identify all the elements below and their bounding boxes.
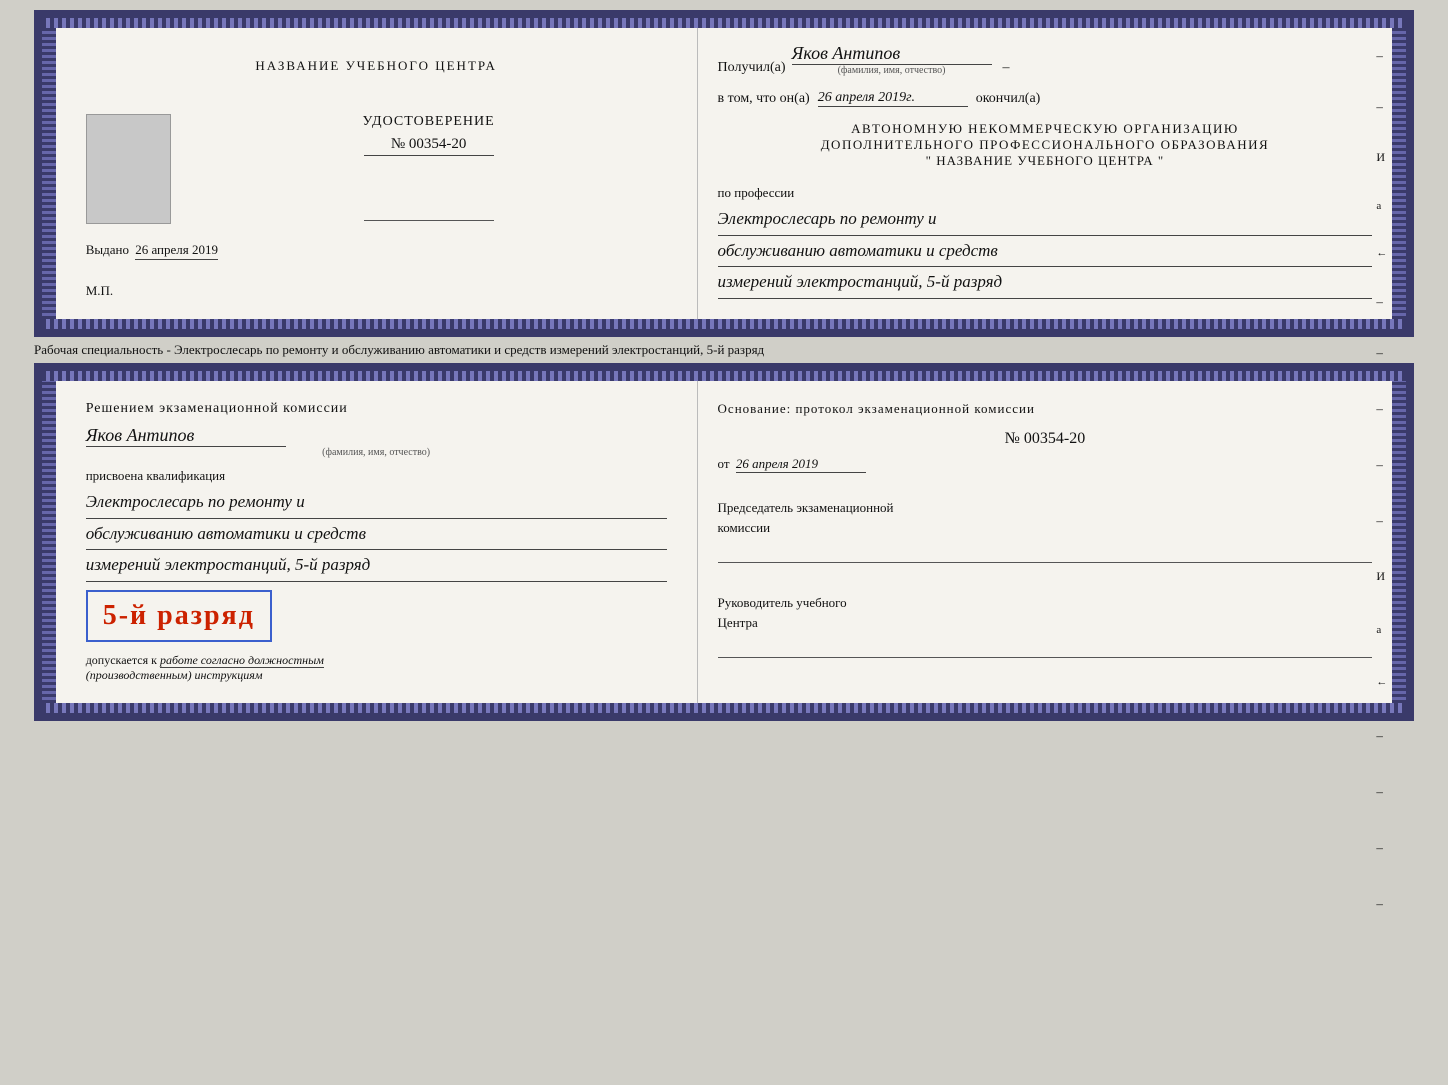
komissia-title: Решением экзаменационной комиссии	[86, 401, 667, 417]
komissia-label-bottom: комиссии	[718, 518, 1373, 538]
r-dash1: –	[1376, 401, 1387, 417]
cert-number: № 00354-20	[364, 136, 494, 156]
dash7: –	[1376, 345, 1387, 361]
photo-placeholder	[86, 114, 171, 224]
qual-line1: Электрослесарь по ремонту и	[86, 487, 667, 519]
profession-line3-top: измерений электростанций, 5-й разряд	[718, 267, 1373, 299]
profession-line2-top: обслуживанию автоматики и средств	[718, 236, 1373, 268]
r-dash4: И	[1376, 569, 1387, 584]
udostoverenie-title: УДОСТОВЕРЕНИЕ	[363, 114, 495, 130]
separator-text: Рабочая специальность - Электрослесарь п…	[34, 337, 1414, 363]
dopuskaetsya-label: допускается к	[86, 653, 157, 667]
po-professii-label: по профессии	[718, 185, 1373, 201]
centr-label: Центра	[718, 613, 1373, 633]
r-dash8: –	[1376, 784, 1387, 800]
dash4: а	[1376, 200, 1387, 212]
dash2: –	[1376, 99, 1387, 115]
fio-subtitle-bottom: (фамилия, имя, отчество)	[322, 447, 430, 458]
ot-date: 26 апреля 2019	[736, 456, 866, 473]
osnov-label: Основание: протокол экзаменационной коми…	[718, 401, 1373, 417]
predsedatel-label: Председатель экзаменационной	[718, 498, 1373, 518]
recipient-name-bottom: Яков Антипов	[86, 425, 286, 447]
completion-date: 26 апреля 2019г.	[818, 90, 968, 107]
r-dash10: –	[1376, 896, 1387, 912]
r-dash7: –	[1376, 728, 1387, 744]
org-line1: АВТОНОМНУЮ НЕКОММЕРЧЕСКУЮ ОРГАНИЗАЦИЮ	[718, 121, 1373, 137]
r-dash9: –	[1376, 840, 1387, 856]
dopusk-text: работе согласно должностным	[160, 653, 324, 668]
vydano-label: Выдано	[86, 242, 129, 257]
r-dash3: –	[1376, 513, 1387, 529]
profession-line1-top: Электрослесарь по ремонту и	[718, 204, 1373, 236]
r-dash2: –	[1376, 457, 1387, 473]
no-label-bottom: № 00354-20	[718, 430, 1373, 448]
dash1: –	[1376, 48, 1387, 64]
okonchil-label: окончил(а)	[976, 91, 1041, 107]
recipient-name-top: Яков Антипов	[792, 43, 992, 65]
r-dash5: а	[1376, 624, 1387, 636]
qual-line3: измерений электростанций, 5-й разряд	[86, 550, 667, 582]
center-title-top: НАЗВАНИЕ УЧЕБНОГО ЦЕНТРА	[255, 58, 496, 74]
dopusk-text2: (производственным) инструкциям	[86, 668, 263, 682]
prisvoena-label: присвоена квалификация	[86, 468, 667, 484]
vydano-value: 26 апреля 2019	[135, 242, 218, 260]
dash6: –	[1376, 294, 1387, 310]
r-dash6: ←	[1376, 676, 1387, 688]
poluchil-label: Получил(а)	[718, 60, 786, 76]
dash5: ←	[1376, 247, 1387, 259]
badge-text: 5-й разряд	[103, 600, 255, 632]
vtom-label: в том, что он(а)	[718, 91, 810, 107]
ot-label: от	[718, 456, 730, 471]
dash3: И	[1376, 150, 1387, 165]
mp-label: М.П.	[86, 283, 113, 299]
org-quote: " НАЗВАНИЕ УЧЕБНОГО ЦЕНТРА "	[718, 153, 1373, 169]
qual-line2: обслуживанию автоматики и средств	[86, 519, 667, 551]
rukov-label: Руководитель учебного	[718, 593, 1373, 613]
fio-subtitle-top: (фамилия, имя, отчество)	[838, 65, 946, 76]
org-line2: ДОПОЛНИТЕЛЬНОГО ПРОФЕССИОНАЛЬНОГО ОБРАЗО…	[718, 137, 1373, 153]
